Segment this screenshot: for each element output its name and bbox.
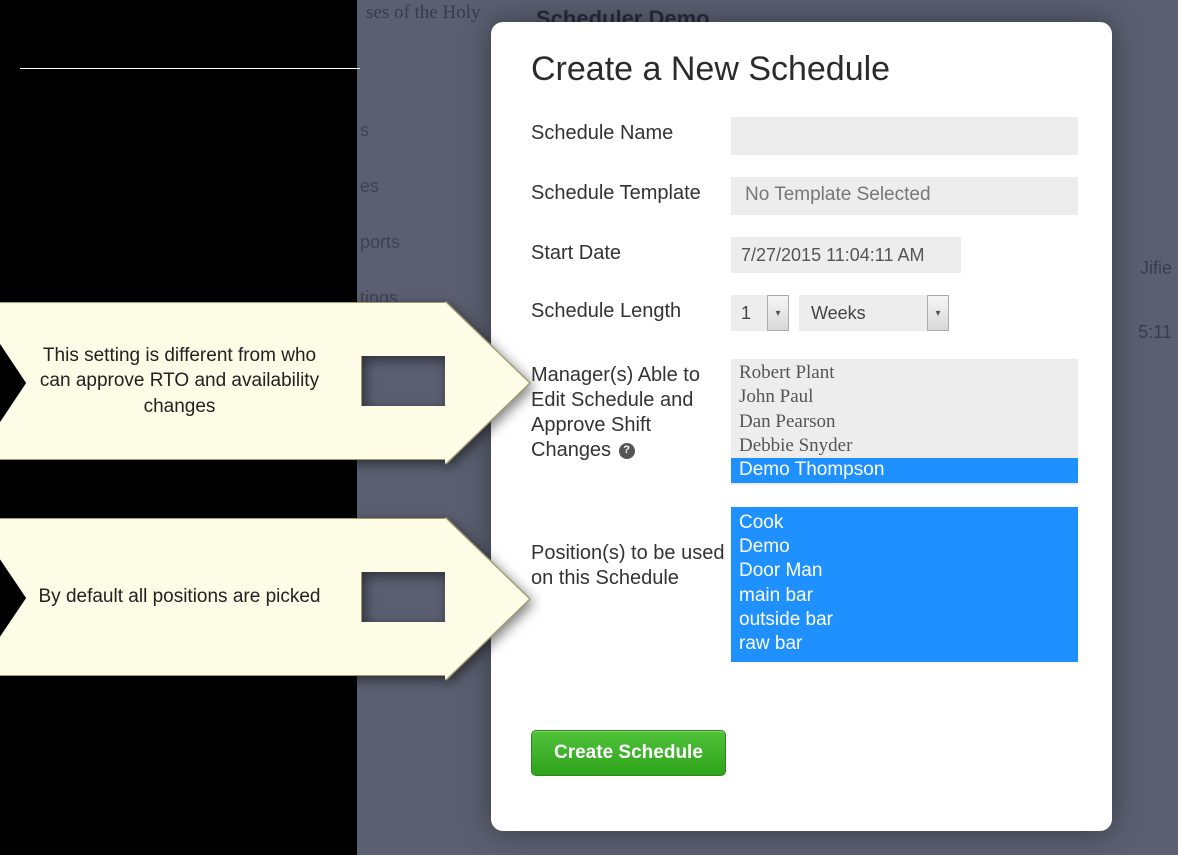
- callout-managers: This setting is different from who can a…: [0, 302, 372, 460]
- schedule-length-unit[interactable]: Weeks ▾: [799, 295, 949, 331]
- label-positions: Position(s) to be used on this Schedule: [531, 507, 731, 591]
- position-option[interactable]: Cook: [731, 511, 1078, 535]
- row-schedule-length: Schedule Length 1 ▾ Weeks ▾: [531, 295, 1078, 331]
- divider: [20, 68, 360, 69]
- bg-menu-item: es: [360, 176, 400, 197]
- create-schedule-button[interactable]: Create Schedule: [531, 730, 726, 776]
- label-schedule-length: Schedule Length: [531, 295, 731, 324]
- bg-menu-item: s: [360, 120, 400, 141]
- manager-option[interactable]: Robert Plant: [731, 361, 1078, 385]
- schedule-length-number[interactable]: 1 ▾: [731, 295, 789, 331]
- label-managers-text: Manager(s) Able to Edit Schedule and App…: [531, 364, 700, 461]
- managers-listbox[interactable]: Robert PlantJohn PaulDan PearsonDebbie S…: [731, 359, 1078, 485]
- label-start-date: Start Date: [531, 237, 731, 266]
- row-start-date: Start Date: [531, 237, 1078, 273]
- callout-text: This setting is different from who can a…: [28, 343, 331, 420]
- chevron-down-icon[interactable]: ▾: [767, 295, 789, 331]
- row-schedule-template: Schedule Template No Template Selected: [531, 177, 1078, 215]
- position-option[interactable]: Demo: [731, 535, 1078, 559]
- label-schedule-template: Schedule Template: [531, 177, 731, 206]
- manager-option[interactable]: Demo Thompson: [731, 458, 1078, 482]
- help-icon[interactable]: ?: [619, 443, 635, 459]
- row-managers: Manager(s) Able to Edit Schedule and App…: [531, 359, 1078, 485]
- position-option[interactable]: raw bar: [731, 632, 1078, 656]
- positions-listbox[interactable]: CookDemoDoor Manmain baroutside barraw b…: [731, 507, 1078, 663]
- callout-text: By default all positions are picked: [39, 584, 321, 610]
- position-option[interactable]: main bar: [731, 584, 1078, 608]
- dialog-title: Create a New Schedule: [531, 50, 1078, 89]
- length-number-value: 1: [741, 303, 751, 324]
- create-schedule-dialog: Create a New Schedule Schedule Name Sche…: [491, 22, 1112, 831]
- bg-text-snippet: ses of the Holy: [366, 2, 481, 24]
- length-unit-value: Weeks: [811, 303, 866, 324]
- manager-option[interactable]: John Paul: [731, 385, 1078, 409]
- schedule-name-input[interactable]: [731, 117, 1078, 155]
- manager-option[interactable]: Debbie Snyder: [731, 434, 1078, 458]
- row-positions: Position(s) to be used on this Schedule …: [531, 507, 1078, 663]
- position-option[interactable]: outside bar: [731, 608, 1078, 632]
- callout-positions: By default all positions are picked: [0, 518, 372, 676]
- bg-right-text: Jifie: [1140, 258, 1172, 279]
- label-managers: Manager(s) Able to Edit Schedule and App…: [531, 359, 731, 463]
- bg-right-text: 5:11: [1138, 322, 1172, 343]
- label-schedule-name: Schedule Name: [531, 117, 731, 146]
- row-schedule-name: Schedule Name: [531, 117, 1078, 155]
- bg-menu-item: ports: [360, 232, 400, 253]
- schedule-template-select[interactable]: No Template Selected: [731, 177, 1078, 215]
- manager-option[interactable]: Dan Pearson: [731, 410, 1078, 434]
- chevron-down-icon[interactable]: ▾: [927, 295, 949, 331]
- start-date-input[interactable]: [731, 237, 961, 273]
- position-option[interactable]: Door Man: [731, 559, 1078, 583]
